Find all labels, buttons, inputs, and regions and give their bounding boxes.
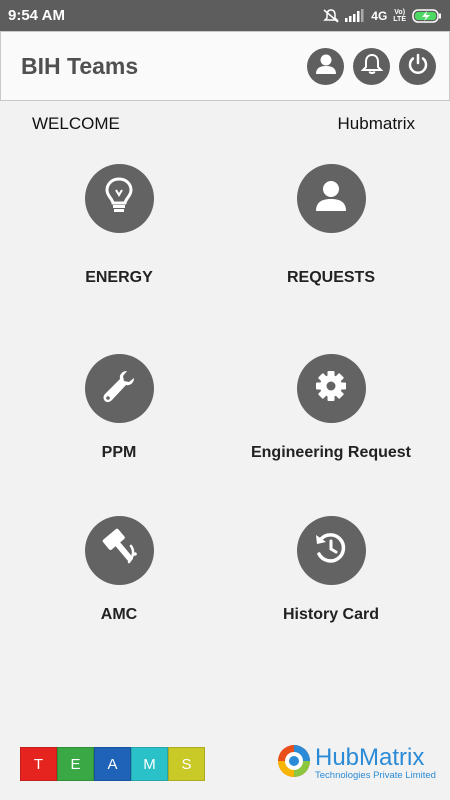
welcome-user: Hubmatrix — [337, 114, 415, 133]
requests-icon-circle — [296, 164, 366, 233]
status-icons: 4G Vo) LTE — [323, 9, 442, 23]
hubmatrix-logo-icon — [277, 744, 311, 783]
person-icon — [314, 179, 348, 218]
tile-label-ppm: PPM — [101, 444, 137, 461]
tile-engineering-request[interactable]: Engineering Request — [226, 354, 436, 462]
volte-indicator: Vo) LTE — [393, 9, 406, 23]
gavel-icon — [98, 528, 140, 573]
teams-letter-box: S — [168, 747, 205, 781]
profile-button[interactable] — [307, 47, 344, 85]
app-title: BIH Teams — [21, 52, 139, 79]
signal-icon — [345, 9, 365, 22]
tile-label-history-card: History Card — [282, 606, 380, 623]
wrench-icon — [101, 368, 137, 409]
welcome-label: WELCOME — [32, 114, 120, 133]
gear-icon — [314, 369, 348, 408]
hubmatrix-text: HubMatrix Technologies Private Limited — [315, 743, 436, 782]
energy-icon-circle — [84, 164, 154, 233]
brand-tagline: Technologies Private Limited — [315, 769, 436, 781]
teams-letter-box: E — [57, 747, 94, 781]
notifications-button[interactable] — [353, 47, 390, 85]
bell-icon — [360, 53, 383, 80]
amc-icon-circle — [84, 516, 154, 585]
brand-name: HubMatrix — [315, 743, 425, 771]
teams-letter-box: A — [94, 747, 131, 781]
volte-bottom: LTE — [393, 15, 406, 23]
history-icon — [313, 530, 349, 571]
tile-amc[interactable]: AMC — [14, 516, 224, 624]
teams-logo: T E A M S — [20, 747, 205, 781]
profile-icon — [315, 53, 337, 80]
logout-button[interactable] — [399, 47, 436, 85]
tile-label-energy: ENERGY — [85, 269, 153, 286]
status-bar: 9:54 AM 4G Vo) LTE — [0, 0, 450, 31]
appbar-actions — [307, 47, 436, 85]
app-bar: BIH Teams — [0, 31, 450, 101]
battery-charging-icon — [412, 8, 442, 23]
tile-label-amc: AMC — [100, 606, 138, 623]
tile-history-card[interactable]: History Card — [226, 516, 436, 624]
volte-top: Vo) — [394, 8, 406, 16]
history-icon-circle — [296, 516, 366, 585]
network-type: 4G — [371, 8, 388, 23]
tile-energy[interactable]: ENERGY — [14, 164, 224, 287]
teams-letter-box: M — [131, 747, 168, 781]
tile-label-requests: REQUESTS — [286, 269, 375, 286]
teams-letter-box: T — [20, 747, 57, 781]
lightbulb-icon — [101, 176, 137, 221]
tile-requests[interactable]: REQUESTS — [226, 164, 436, 287]
welcome-row: WELCOME Hubmatrix — [32, 114, 415, 134]
tile-label-engineering-request: Engineering Request — [250, 444, 412, 461]
status-time: 9:54 AM — [8, 7, 65, 24]
tile-ppm[interactable]: PPM — [14, 354, 224, 462]
power-icon — [407, 53, 429, 80]
mute-icon — [323, 8, 340, 23]
engineering-icon-circle — [296, 354, 366, 423]
ppm-icon-circle — [84, 354, 154, 423]
hubmatrix-logo: HubMatrix Technologies Private Limited — [277, 744, 436, 783]
